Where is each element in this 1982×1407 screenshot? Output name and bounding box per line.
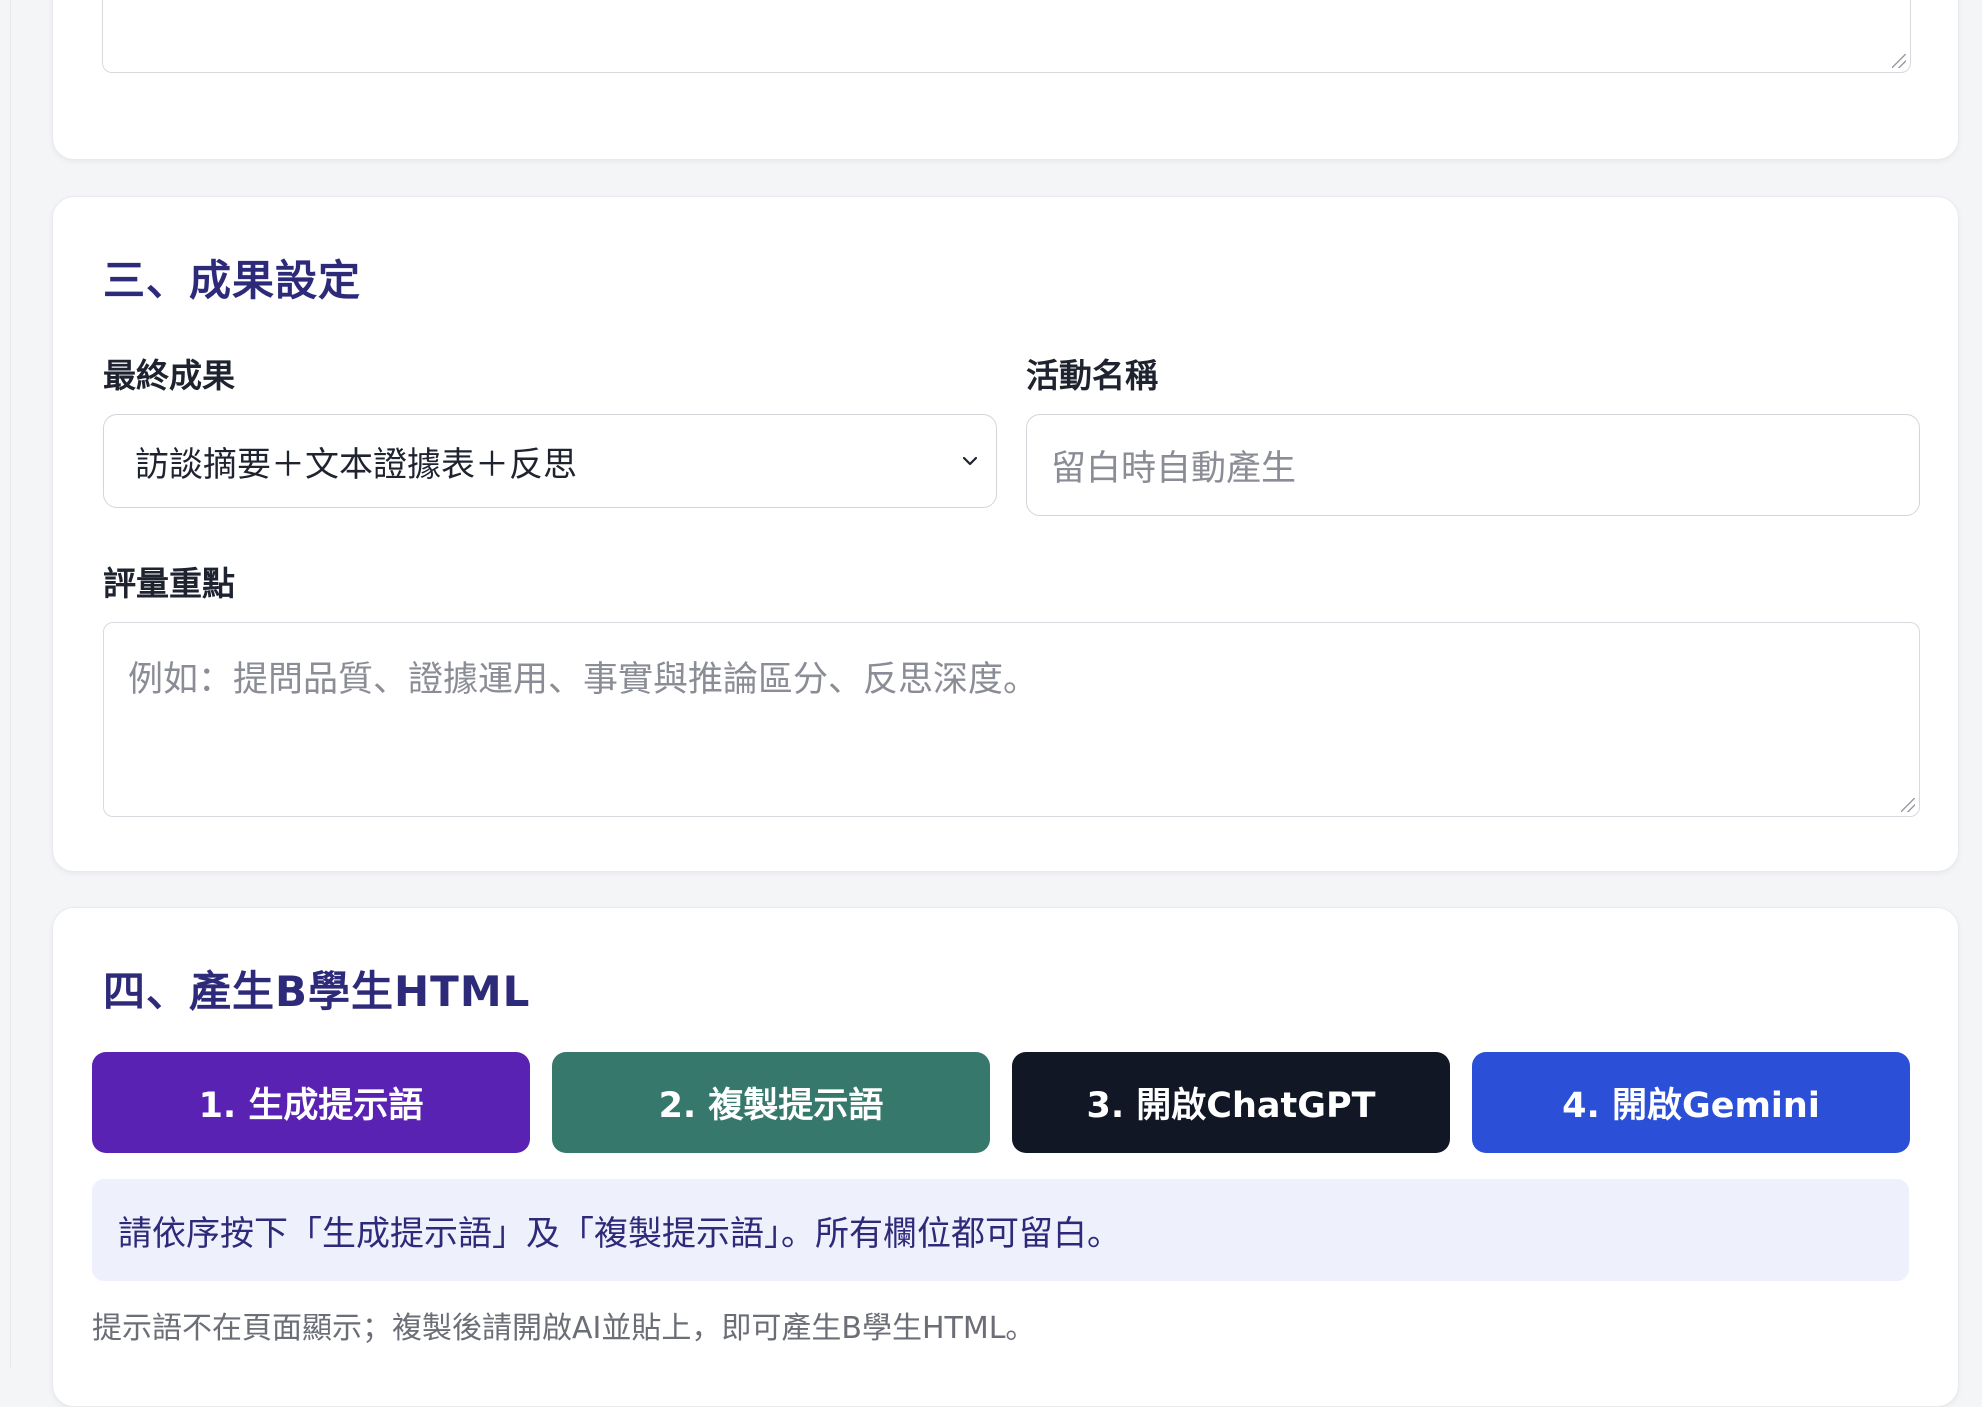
page-background: 三、成果設定 最終成果 活動名稱 訪談摘要＋文本證據表＋反思 留白時自動產生 評… xyxy=(10,0,1982,1407)
chevron-down-icon xyxy=(962,456,978,466)
section-title-outcome: 三、成果設定 xyxy=(103,256,362,305)
instruction-text: 請依序按下「生成提示語」及「複製提示語」。所有欄位都可留白。 xyxy=(118,1213,1121,1254)
final-output-label: 最終成果 xyxy=(103,356,235,395)
generate-prompt-button[interactable]: 1. 生成提示語 xyxy=(92,1052,530,1153)
section-card-outcome: 三、成果設定 最終成果 活動名稱 訪談摘要＋文本證據表＋反思 留白時自動產生 評… xyxy=(52,196,1959,872)
open-gemini-button[interactable]: 4. 開啟Gemini xyxy=(1472,1052,1910,1153)
previous-textarea[interactable] xyxy=(102,0,1911,73)
open-chatgpt-button[interactable]: 3. 開啟ChatGPT xyxy=(1012,1052,1450,1153)
final-output-selected-value: 訪談摘要＋文本證據表＋反思 xyxy=(135,444,577,485)
assessment-textarea[interactable]: 例如：提問品質、證據運用、事實與推論區分、反思深度。 xyxy=(103,622,1920,817)
resize-grip-icon[interactable] xyxy=(1901,798,1915,812)
activity-name-label: 活動名稱 xyxy=(1026,356,1158,395)
assessment-placeholder: 例如：提問品質、證據運用、事實與推論區分、反思深度。 xyxy=(128,660,1039,700)
final-output-select[interactable]: 訪談摘要＋文本證據表＋反思 xyxy=(103,414,997,508)
section-title-generate: 四、產生B學生HTML xyxy=(103,967,531,1016)
assessment-label: 評量重點 xyxy=(103,564,235,603)
help-note: 提示語不在頁面顯示；複製後請開啟AI並貼上，即可產生B學生HTML。 xyxy=(92,1311,1036,1346)
instruction-info-box: 請依序按下「生成提示語」及「複製提示語」。所有欄位都可留白。 xyxy=(92,1179,1909,1281)
copy-prompt-button[interactable]: 2. 複製提示語 xyxy=(552,1052,990,1153)
activity-name-input[interactable]: 留白時自動產生 xyxy=(1026,414,1920,516)
activity-name-placeholder: 留白時自動產生 xyxy=(1051,448,1297,489)
resize-grip-icon[interactable] xyxy=(1892,54,1906,68)
section-card-previous xyxy=(52,0,1959,160)
